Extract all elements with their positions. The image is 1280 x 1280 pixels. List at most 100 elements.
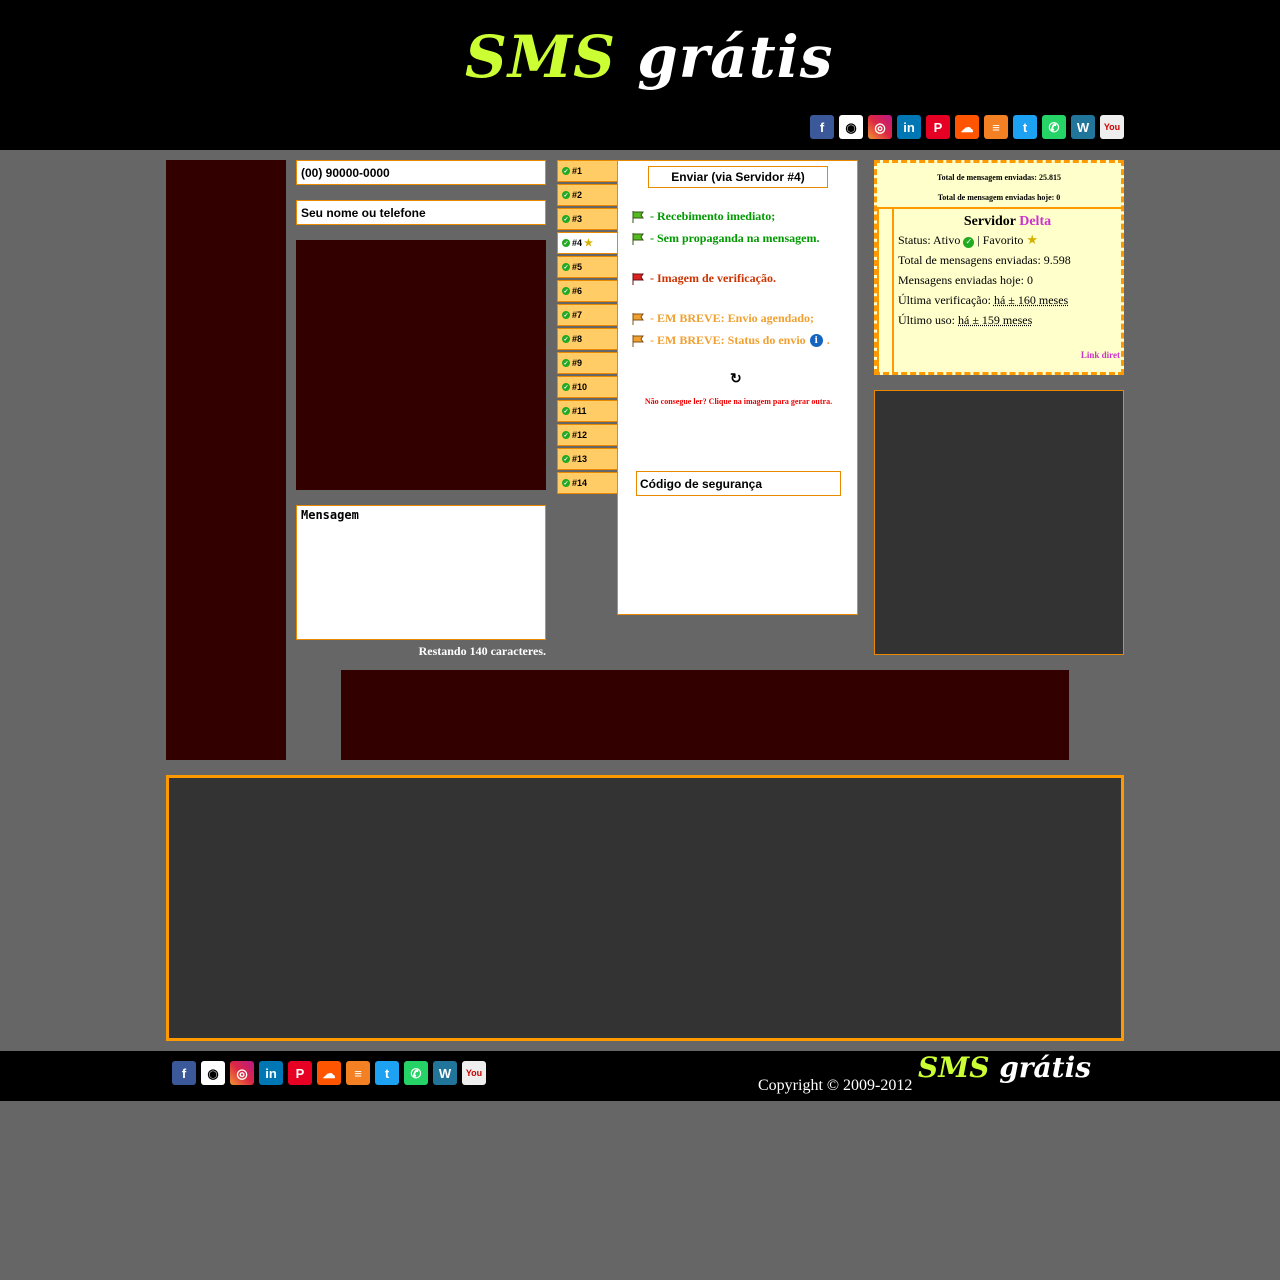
server-tab[interactable]: ✓ #1 [557, 160, 617, 182]
server-tab-label: #4 [572, 238, 583, 248]
wordpress-icon[interactable]: W [1071, 115, 1095, 139]
server-tab[interactable]: ✓ #4 ★ [557, 232, 617, 254]
server-tab[interactable]: ✓ #9 [557, 352, 617, 374]
pinterest-icon[interactable]: P [926, 115, 950, 139]
stats-box: Total de mensagem enviadas: 25.815 Total… [874, 160, 1124, 375]
total-sent: Total de mensagem enviadas: 25.815 [937, 173, 1061, 182]
red-flag-icon [632, 272, 644, 285]
security-code-input[interactable]: Código de segurança [636, 471, 841, 496]
direct-link[interactable]: Link diret [1081, 350, 1120, 360]
server-tab-label: #6 [572, 286, 583, 296]
whatsapp-icon[interactable]: ✆ [1042, 115, 1066, 139]
left-ad-placeholder [166, 160, 286, 760]
logo-sms-text: SMS [918, 1051, 990, 1084]
server-tab[interactable]: ✓ #2 [557, 184, 617, 206]
refresh-captcha-icon[interactable]: ↻ [730, 371, 742, 388]
instagram-icon[interactable]: ◎ [868, 115, 892, 139]
stackoverflow-icon[interactable]: ≡ [984, 115, 1008, 139]
server-tab[interactable]: ✓ #8 [557, 328, 617, 350]
header: SMS grátis f ◉ ◎ in P ☁ ≡ t ✆ W You [0, 0, 1280, 150]
star-icon: ★ [584, 237, 593, 249]
pinterest-icon[interactable]: P [288, 1061, 312, 1085]
check-icon: ✓ [562, 407, 570, 415]
whatsapp-icon[interactable]: ✆ [404, 1061, 428, 1085]
server-tab[interactable]: ✓ #5 [557, 256, 617, 278]
phone-input[interactable]: (00) 90000-0000 [296, 160, 546, 185]
info-icon[interactable]: i [809, 334, 823, 347]
github-icon[interactable]: ◉ [201, 1061, 225, 1085]
server-tab[interactable]: ✓ #13 [557, 448, 617, 470]
server-tab-label: #2 [572, 190, 583, 200]
feature-suffix: . [826, 333, 830, 347]
twitter-icon[interactable]: t [375, 1061, 399, 1085]
check-icon: ✓ [562, 383, 570, 391]
linkedin-icon[interactable]: in [259, 1061, 283, 1085]
server-tab-label: #14 [572, 478, 588, 488]
server-tab[interactable]: ✓ #7 [557, 304, 617, 326]
server-tab[interactable]: ✓ #6 [557, 280, 617, 302]
footer-logo[interactable]: SMS grátis [918, 1051, 1118, 1085]
stackoverflow-icon[interactable]: ≡ [346, 1061, 370, 1085]
bottom-ad-placeholder [166, 775, 1124, 1041]
soundcloud-icon[interactable]: ☁ [317, 1061, 341, 1085]
status-text: Status: Ativo [898, 233, 961, 247]
site-logo[interactable]: SMS grátis [465, 22, 832, 92]
wordpress-icon[interactable]: W [433, 1061, 457, 1085]
check-icon: ✓ [562, 431, 570, 439]
linkedin-icon[interactable]: in [897, 115, 921, 139]
server-tab-label: #10 [572, 382, 588, 392]
feature-text: - Recebimento imediato; [650, 209, 776, 223]
check-icon: ✓ [562, 239, 570, 247]
logo-gratis-text: grátis [999, 1051, 1091, 1084]
server-total: Total de mensagens enviadas: 9.598 [898, 253, 1071, 267]
twitter-icon[interactable]: t [1013, 115, 1037, 139]
send-panel: Enviar (via Servidor #4) - Recebimento i… [617, 160, 858, 615]
server-tab-label: #3 [572, 214, 583, 224]
youtube-icon[interactable]: You [462, 1061, 486, 1085]
check-icon: ✓ [562, 479, 570, 487]
logo-gratis-text: grátis [637, 23, 834, 91]
last-use: Último uso: há ± 159 meses [898, 310, 1121, 330]
feature-captcha: - Imagem de verificação. [632, 271, 776, 286]
check-icon: ✓ [562, 263, 570, 271]
server-tab-label: #5 [572, 262, 583, 272]
check-icon: ✓ [562, 455, 570, 463]
feature-text: - Sem propaganda na mensagem. [650, 231, 820, 245]
server-tab[interactable]: ✓ #10 [557, 376, 617, 398]
right-ad-placeholder [874, 390, 1124, 655]
feature-text: - Imagem de verificação. [650, 271, 776, 285]
server-tab-label: #1 [572, 166, 583, 176]
server-tab[interactable]: ✓ #11 [557, 400, 617, 422]
logo-sms-text: SMS [465, 23, 616, 91]
check-icon: ✓ [562, 311, 570, 319]
stats-left-bar [877, 209, 879, 372]
server-tab[interactable]: ✓ #12 [557, 424, 617, 446]
name-input[interactable]: Seu nome ou telefone [296, 200, 546, 225]
server-tab-label: #9 [572, 358, 583, 368]
server-tab-label: #13 [572, 454, 588, 464]
server-name: Delta [1019, 214, 1052, 229]
server-tab[interactable]: ✓ #14 [557, 472, 617, 494]
feature-no-ads: - Sem propaganda na mensagem. [632, 231, 819, 246]
last-use-label: Último uso: [898, 313, 956, 327]
footer: f ◉ ◎ in P ☁ ≡ t ✆ W You Copyright © 2009-2012 SMS… [0, 1051, 1280, 1101]
feature-scheduled: - EM BREVE: Envio agendado; [632, 311, 814, 326]
server-tab-label: #7 [572, 310, 583, 320]
check-icon: ✓ [963, 236, 975, 248]
banner-ad-placeholder [341, 670, 1069, 760]
youtube-icon[interactable]: You [1100, 115, 1124, 139]
instagram-icon[interactable]: ◎ [230, 1061, 254, 1085]
server-tab[interactable]: ✓ #3 [557, 208, 617, 230]
send-button[interactable]: Enviar (via Servidor #4) [648, 166, 828, 188]
green-flag-icon [632, 210, 644, 223]
check-icon: ✓ [562, 191, 570, 199]
feature-immediate: - Recebimento imediato; [632, 209, 775, 224]
last-check: Última verificação: há ± 160 meses [898, 290, 1121, 310]
captcha-hint: Não consegue ler? Clique na imagem para … [644, 397, 833, 406]
facebook-icon[interactable]: f [810, 115, 834, 139]
soundcloud-icon[interactable]: ☁ [955, 115, 979, 139]
star-icon[interactable]: ★ [1026, 232, 1038, 247]
facebook-icon[interactable]: f [172, 1061, 196, 1085]
message-textarea[interactable]: Mensagem [296, 505, 546, 640]
github-icon[interactable]: ◉ [839, 115, 863, 139]
